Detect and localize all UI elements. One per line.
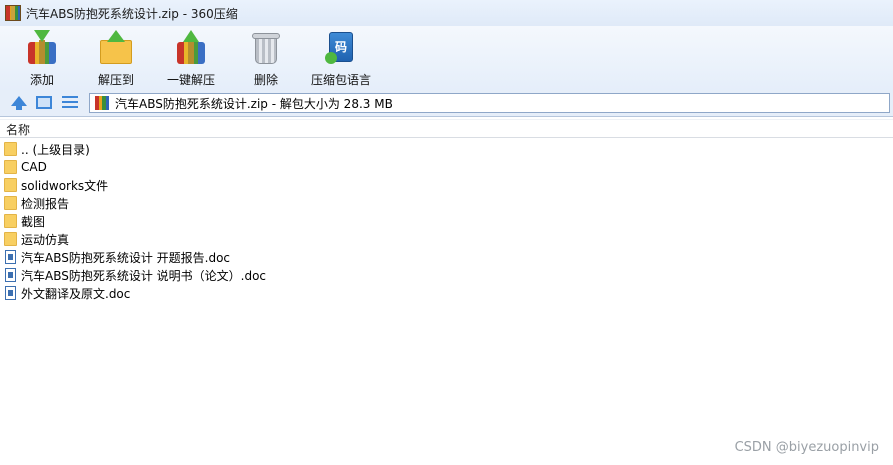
add-button[interactable]: 添加 bbox=[22, 30, 62, 88]
list-item[interactable]: 运动仿真 bbox=[0, 230, 893, 248]
title-bar: 汽车ABS防抱死系统设计.zip - 360压缩 bbox=[0, 0, 893, 26]
list-item[interactable]: 截图 bbox=[0, 212, 893, 230]
address-bar: 汽车ABS防抱死系统设计.zip - 解包大小为 28.3 MB bbox=[0, 90, 893, 117]
folder-icon bbox=[4, 214, 17, 228]
path-field[interactable]: 汽车ABS防抱死系统设计.zip - 解包大小为 28.3 MB bbox=[89, 93, 890, 113]
file-list: .. (上级目录) CAD solidworks文件 检测报告 截图 运动仿真 … bbox=[0, 140, 893, 302]
one-click-extract-icon bbox=[173, 30, 209, 65]
file-name: CAD bbox=[21, 160, 47, 174]
file-name: solidworks文件 bbox=[21, 178, 109, 193]
folder-icon bbox=[4, 160, 17, 174]
one-click-extract-button[interactable]: 一键解压 bbox=[166, 30, 216, 88]
list-item[interactable]: CAD bbox=[0, 158, 893, 176]
delete-button[interactable]: 删除 bbox=[248, 30, 284, 88]
folder-icon bbox=[4, 232, 17, 246]
file-name: 截图 bbox=[21, 214, 46, 229]
file-name: .. (上级目录) bbox=[21, 142, 90, 157]
add-button-label: 添加 bbox=[29, 73, 54, 87]
word-doc-icon bbox=[5, 268, 16, 282]
path-text: 汽车ABS防抱死系统设计.zip - 解包大小为 28.3 MB bbox=[115, 96, 393, 111]
file-name: 检测报告 bbox=[21, 196, 70, 211]
list-item[interactable]: 汽车ABS防抱死系统设计 说明书（论文）.doc bbox=[0, 266, 893, 284]
extract-to-folder-icon bbox=[98, 30, 134, 65]
column-name-header[interactable]: 名称 bbox=[6, 121, 30, 138]
list-item[interactable]: 检测报告 bbox=[0, 194, 893, 212]
file-name: 运动仿真 bbox=[21, 232, 70, 247]
app-archive-icon bbox=[5, 5, 21, 21]
list-item[interactable]: solidworks文件 bbox=[0, 176, 893, 194]
trash-icon bbox=[248, 30, 284, 65]
delete-button-label: 删除 bbox=[253, 73, 278, 87]
word-doc-icon bbox=[5, 250, 16, 264]
window-title: 汽车ABS防抱死系统设计.zip - 360压缩 bbox=[26, 6, 238, 21]
add-archive-icon bbox=[24, 30, 60, 65]
list-item[interactable]: 外文翻译及原文.doc bbox=[0, 284, 893, 302]
archive-language-icon: 码 bbox=[323, 30, 359, 65]
one-click-extract-label: 一键解压 bbox=[166, 73, 215, 87]
list-item[interactable]: 汽车ABS防抱死系统设计 开题报告.doc bbox=[0, 248, 893, 266]
folder-icon bbox=[4, 178, 17, 192]
folder-icon bbox=[4, 142, 17, 156]
list-view-icon[interactable] bbox=[62, 96, 78, 110]
watermark: CSDN @biyezuopinvip bbox=[734, 440, 879, 455]
file-name: 汽车ABS防抱死系统设计 说明书（论文）.doc bbox=[21, 268, 267, 283]
word-doc-icon bbox=[5, 286, 16, 300]
folder-icon bbox=[4, 196, 17, 210]
toolbar: 添加 解压到 一键解压 删除 码 压缩包语言 bbox=[0, 26, 893, 90]
list-item-parent-dir[interactable]: .. (上级目录) bbox=[0, 140, 893, 158]
archive-language-button[interactable]: 码 压缩包语言 bbox=[310, 30, 372, 88]
archive-icon bbox=[95, 96, 109, 110]
file-name: 汽车ABS防抱死系统设计 开题报告.doc bbox=[21, 250, 231, 265]
extract-to-button-label: 解压到 bbox=[97, 73, 134, 87]
file-name: 外文翻译及原文.doc bbox=[21, 286, 131, 301]
archive-language-label: 压缩包语言 bbox=[310, 73, 371, 87]
column-header: 名称 bbox=[0, 119, 893, 138]
extract-to-button[interactable]: 解压到 bbox=[96, 30, 136, 88]
large-icon-view-icon[interactable] bbox=[36, 96, 52, 109]
